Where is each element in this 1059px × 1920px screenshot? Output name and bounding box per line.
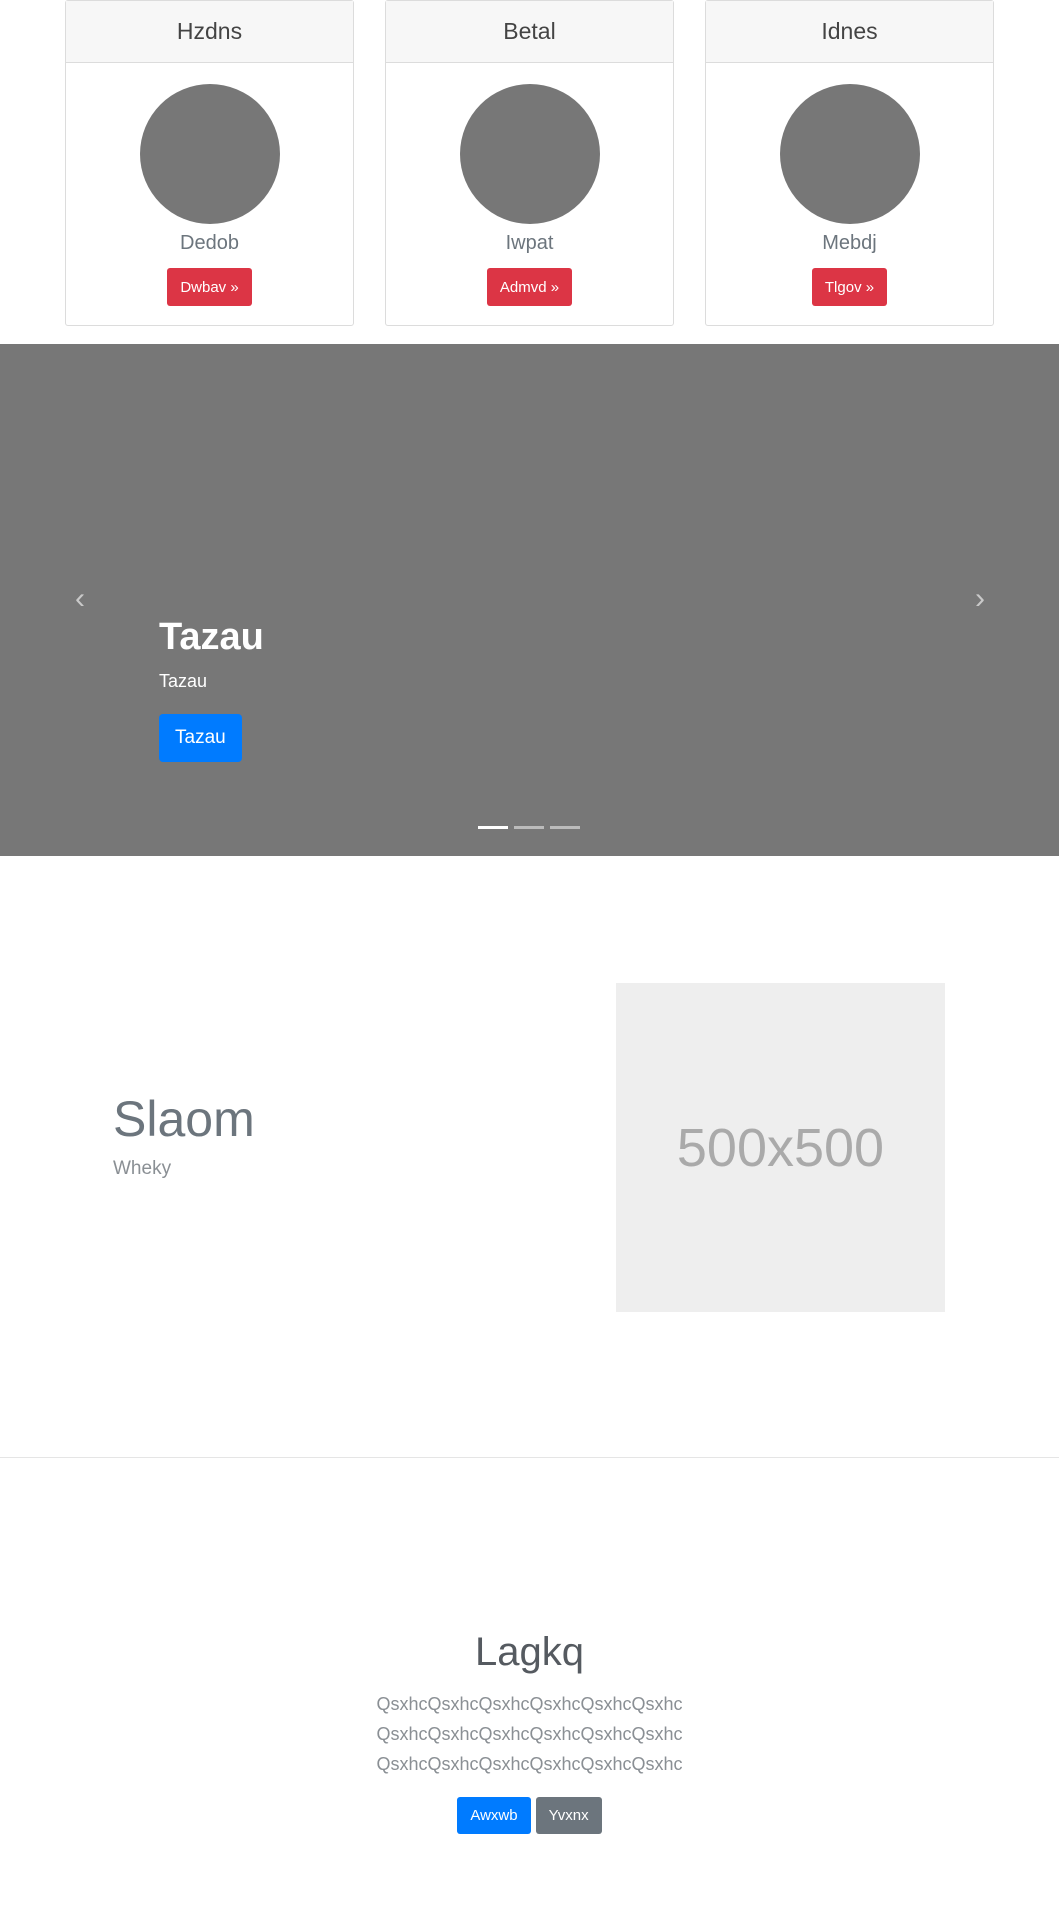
- card-deck: Hzdns Dedob Dwbav » Betal Iwpat Admvd » …: [65, 0, 995, 328]
- carousel-indicator[interactable]: [478, 826, 508, 829]
- card-subtitle: Mebdj: [822, 232, 877, 254]
- avatar: [779, 84, 920, 224]
- secondary-button[interactable]: Yvxnx: [535, 1797, 602, 1834]
- carousel-text: Tazau: [159, 671, 208, 691]
- carousel-button[interactable]: Tazau: [159, 714, 242, 762]
- card-3: Idnes Mebdj Tlgov »: [705, 0, 994, 326]
- chevron-right-icon[interactable]: ›: [965, 584, 995, 614]
- card-action-button[interactable]: Tlgov »: [811, 268, 888, 306]
- carousel-caption: Tazau Tazau Tazau: [159, 616, 264, 762]
- card-title: Hzdns: [66, 1, 353, 63]
- jumbotron-text: QsxhcQsxhcQsxhcQsxhcQsxhcQsxhcQsxhcQsxhc…: [376, 1694, 683, 1774]
- jumbotron: Lagkq QsxhcQsxhcQsxhcQsxhcQsxhcQsxhcQsxh…: [0, 1630, 1059, 1834]
- card-subtitle: Iwpat: [505, 232, 554, 254]
- carousel-indicator[interactable]: [550, 826, 580, 829]
- feature-subtitle: Wheky: [113, 1158, 172, 1179]
- primary-button[interactable]: Awxwb: [457, 1797, 531, 1834]
- placeholder-image: 500x500: [616, 983, 945, 1312]
- card-2: Betal Iwpat Admvd »: [385, 0, 674, 326]
- divider: [0, 1457, 1059, 1458]
- chevron-left-icon[interactable]: ‹: [65, 584, 95, 614]
- card-title: Betal: [386, 1, 673, 63]
- card-1: Hzdns Dedob Dwbav »: [65, 0, 354, 326]
- carousel-heading: Tazau: [159, 616, 264, 658]
- jumbotron-buttons: Awxwb Yvxnx: [0, 1797, 1059, 1834]
- card-action-button[interactable]: Admvd »: [486, 268, 573, 306]
- avatar: [139, 84, 280, 224]
- jumbotron-title: Lagkq: [475, 1630, 584, 1674]
- avatar: [459, 84, 600, 224]
- card-title: Idnes: [706, 1, 993, 63]
- card-action-button[interactable]: Dwbav »: [167, 268, 252, 306]
- carousel-indicators: [478, 826, 580, 829]
- feature-title: Slaom: [113, 1091, 255, 1147]
- carousel: ‹ › Tazau Tazau Tazau: [0, 344, 1059, 856]
- placeholder-label: 500x500: [676, 1117, 885, 1178]
- carousel-indicator[interactable]: [514, 826, 544, 829]
- card-subtitle: Dedob: [180, 232, 239, 254]
